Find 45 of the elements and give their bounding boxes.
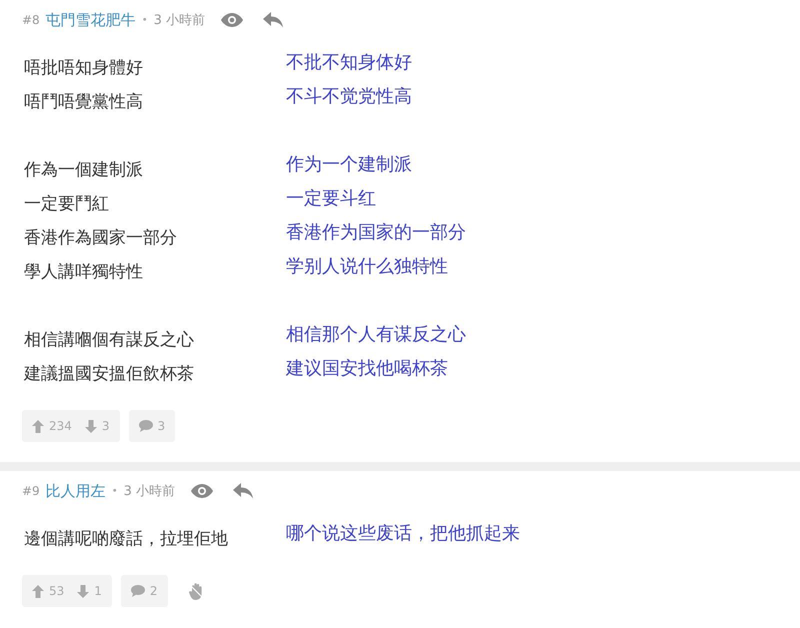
post-time: 3 小時前 [154, 12, 206, 29]
separator-dot: • [142, 14, 148, 26]
original-line: 唔批唔知身體好 [23, 57, 144, 79]
reply-count-button[interactable]: 3 [128, 410, 176, 442]
post-time: 3 小時前 [124, 483, 176, 500]
original-line: 建議搵國安搵佢飲杯茶 [22, 363, 195, 385]
original-line: 作為一個建制派 [23, 159, 144, 181]
comment-icon [130, 585, 145, 597]
downvote-count: 1 [94, 584, 102, 598]
translation-line: 不斗不觉党性高 [286, 85, 413, 108]
downvote-icon[interactable] [77, 584, 90, 598]
reply-count-button[interactable]: 2 [120, 575, 168, 607]
original-line: 邊個講呢啲廢話，拉埋佢地 [23, 528, 229, 550]
translation-line: 建议国安找他喝杯茶 [286, 357, 449, 380]
separator-dot: • [112, 486, 118, 496]
author-link[interactable]: 屯門雪花肥牛 [46, 10, 136, 30]
eye-icon[interactable] [221, 13, 244, 27]
eye-icon[interactable] [191, 484, 214, 498]
vote-button[interactable]: 53 1 [22, 575, 112, 607]
translation-line: 香港作为国家的一部分 [286, 221, 467, 244]
downvote-count: 3 [102, 419, 110, 433]
translation-line: 作为一个建制派 [286, 153, 413, 176]
original-line: 一定要鬥紅 [23, 193, 110, 215]
upvote-count: 234 [49, 419, 72, 433]
hand-icon[interactable] [188, 582, 204, 600]
post-number: #9 [22, 484, 40, 498]
translation-line: 不批不知身体好 [286, 51, 413, 74]
author-link[interactable]: 比人用左 [46, 482, 106, 500]
translation-line: 哪个说这些废话，把他抓起来 [286, 522, 521, 545]
translation-line: 一定要斗红 [286, 187, 377, 210]
post-number: #8 [22, 13, 40, 27]
translation-line: 学别人说什么独特性 [286, 255, 449, 278]
translation-line: 相信那个人有谋反之心 [286, 323, 467, 346]
reply-icon[interactable] [263, 12, 284, 28]
upvote-icon[interactable] [32, 420, 44, 432]
original-line: 學人講咩獨特性 [23, 261, 144, 283]
original-line: 相信講嗰個有謀反之心 [23, 329, 195, 351]
upvote-count: 53 [49, 584, 64, 598]
comment-icon [138, 420, 153, 432]
vote-button[interactable]: 234 3 [22, 410, 120, 442]
upvote-icon[interactable] [32, 584, 44, 598]
original-line: 唔鬥唔覺黨性高 [23, 91, 144, 113]
downvote-icon[interactable] [84, 420, 97, 432]
reply-icon[interactable] [233, 483, 254, 499]
original-line: 香港作為國家一部分 [23, 227, 178, 249]
